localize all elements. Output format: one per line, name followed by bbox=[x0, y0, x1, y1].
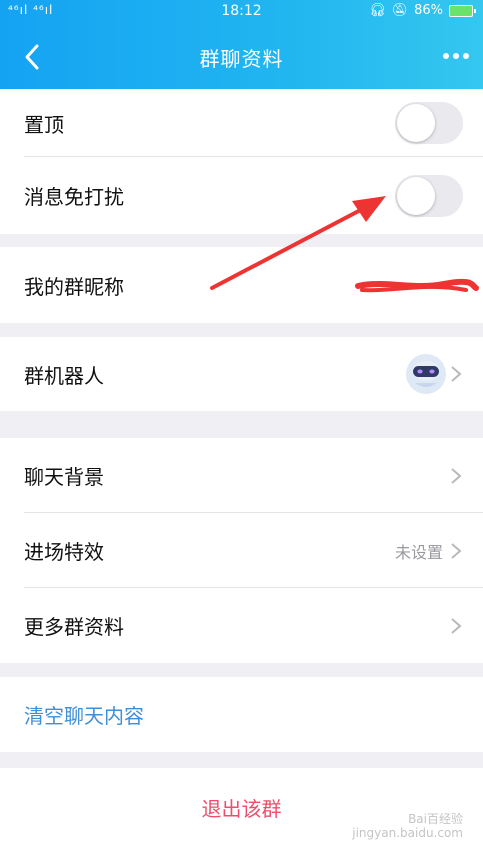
nickname-label: 我的群昵称 bbox=[24, 274, 124, 299]
watermark: Bai百经验 jingyan.baidu.com bbox=[352, 812, 463, 840]
redaction-scribble bbox=[355, 278, 479, 293]
watermark-line1: Bai百经验 bbox=[408, 812, 463, 826]
chat-settings-group: 聊天背景 进场特效 未设置 更多群资料 bbox=[0, 438, 483, 663]
bell-off-icon: 🔕︎ bbox=[391, 3, 409, 18]
more-info-row[interactable]: 更多群资料 bbox=[0, 588, 483, 663]
page-title: 群聊资料 bbox=[199, 47, 284, 71]
more-button[interactable] bbox=[441, 46, 471, 66]
status-bar: ⁴⁶ıl ⁴⁶ıl 18:12 🎧︎ 🔕︎ 86% bbox=[0, 0, 483, 24]
robot-group: 群机器人 bbox=[0, 337, 483, 411]
chat-bg-label: 聊天背景 bbox=[24, 465, 104, 489]
entry-effect-value: 未设置 bbox=[394, 542, 443, 562]
mute-row: 消息免打扰 bbox=[0, 157, 483, 234]
exit-group-label: 退出该群 bbox=[201, 796, 282, 821]
chevron-right-icon bbox=[451, 542, 462, 559]
entry-effect-row[interactable]: 进场特效 未设置 bbox=[0, 513, 483, 588]
headset-icon: 🎧︎ bbox=[369, 3, 386, 18]
status-right: 🎧︎ 🔕︎ 86% bbox=[369, 3, 476, 18]
mute-label: 消息免打扰 bbox=[24, 185, 124, 209]
clear-chat-button[interactable]: 清空聊天内容 bbox=[0, 677, 483, 752]
toggle-knob bbox=[397, 104, 435, 142]
battery-icon bbox=[449, 4, 476, 17]
more-dots-icon bbox=[443, 53, 469, 59]
clear-group: 清空聊天内容 bbox=[0, 677, 483, 752]
chevron-right-icon bbox=[451, 366, 462, 382]
mute-toggle[interactable] bbox=[395, 174, 463, 217]
entry-effect-label: 进场特效 bbox=[24, 540, 104, 564]
chat-bg-row[interactable]: 聊天背景 bbox=[0, 438, 483, 513]
robot-row[interactable]: 群机器人 bbox=[0, 337, 483, 411]
pin-row: 置顶 bbox=[0, 89, 483, 157]
chevron-right-icon bbox=[451, 467, 462, 484]
pin-toggle[interactable] bbox=[395, 102, 463, 144]
toggle-knob bbox=[397, 176, 435, 215]
clear-chat-label: 清空聊天内容 bbox=[24, 704, 144, 728]
chevron-right-icon bbox=[451, 617, 462, 634]
watermark-line2: jingyan.baidu.com bbox=[352, 826, 463, 840]
robot-avatar-icon bbox=[406, 354, 446, 394]
robot-label: 群机器人 bbox=[24, 363, 104, 388]
more-info-label: 更多群资料 bbox=[24, 615, 124, 639]
header-bar: ⁴⁶ıl ⁴⁶ıl 18:12 🎧︎ 🔕︎ 86% 群聊资料 bbox=[0, 0, 483, 89]
battery-percent: 86% bbox=[414, 3, 443, 18]
title-bar: 群聊资料 bbox=[0, 24, 483, 89]
pin-label: 置顶 bbox=[24, 112, 64, 137]
toggle-group: 置顶 消息免打扰 bbox=[0, 89, 483, 234]
